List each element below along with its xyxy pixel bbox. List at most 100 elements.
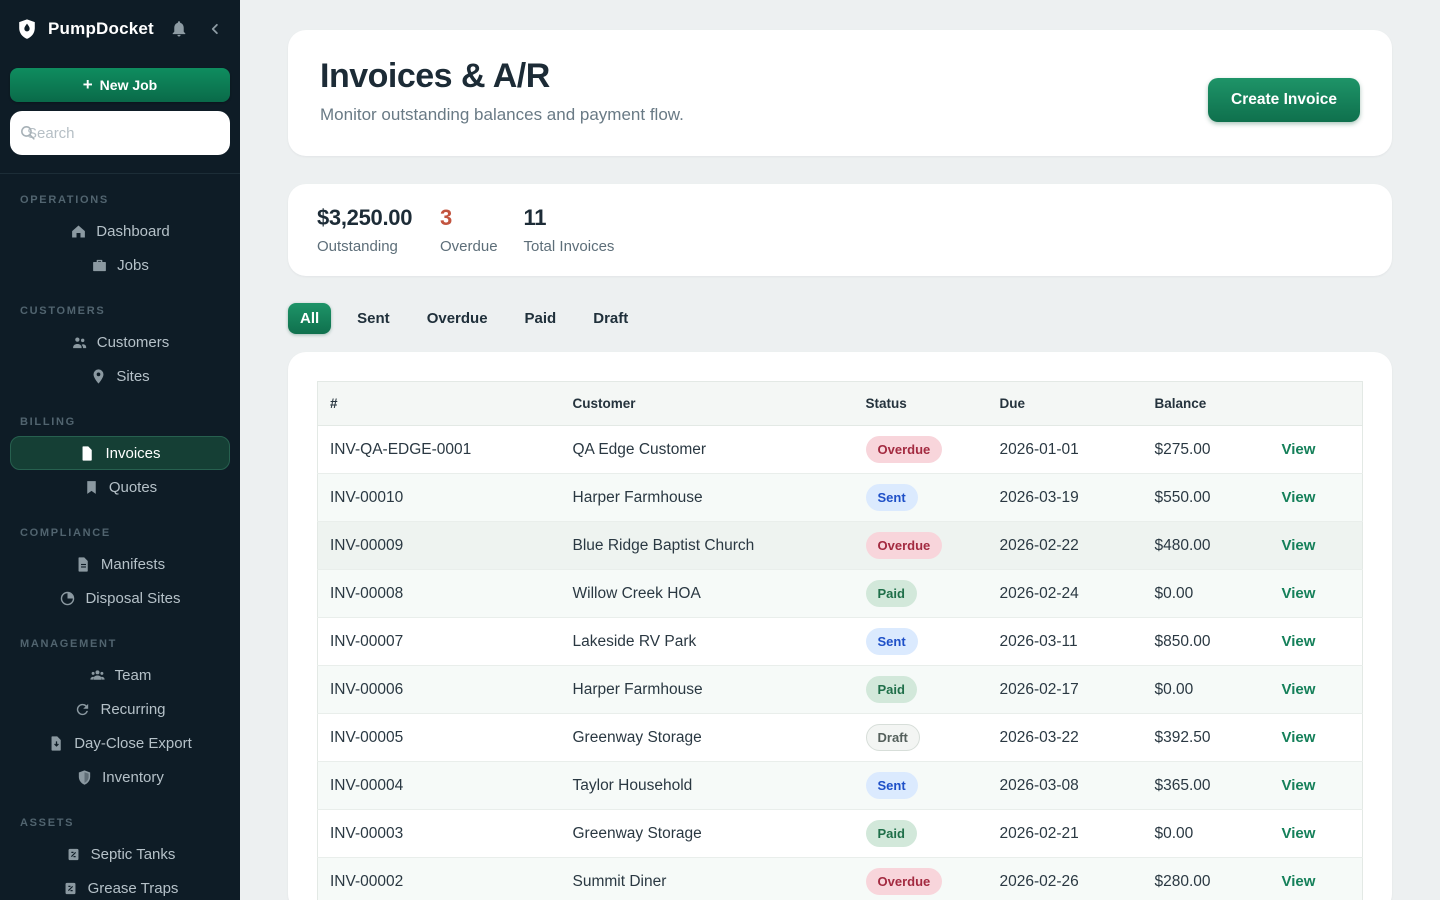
view-invoice-link[interactable]: View (1282, 729, 1316, 746)
sidebar-item-sites[interactable]: Sites (10, 359, 230, 393)
table-row: INV-00004Taylor HouseholdSent2026-03-08$… (318, 762, 1363, 810)
create-invoice-button[interactable]: Create Invoice (1208, 78, 1360, 122)
sidebar-item-day-close-export[interactable]: Day-Close Export (10, 726, 230, 760)
view-invoice-link[interactable]: View (1282, 441, 1316, 458)
sidebar-item-disposal-sites[interactable]: Disposal Sites (10, 581, 230, 615)
status-badge: Sent (866, 772, 918, 799)
view-invoice-link[interactable]: View (1282, 777, 1316, 794)
status-badge: Paid (866, 676, 917, 703)
action-cell: View (1270, 858, 1363, 900)
filter-tab-overdue[interactable]: Overdue (416, 303, 499, 334)
sidebar-item-label: Sites (116, 368, 149, 385)
sidebar-item-septic-tanks[interactable]: Septic Tanks (10, 837, 230, 871)
due-date-cell: 2026-02-21 (988, 810, 1143, 858)
view-invoice-link[interactable]: View (1282, 585, 1316, 602)
sidebar-item-customers[interactable]: Customers (10, 325, 230, 359)
invoices-table: #CustomerStatusDueBalance INV-QA-EDGE-00… (317, 381, 1363, 900)
sidebar-item-label: Invoices (105, 445, 160, 462)
pin-icon (90, 368, 107, 385)
due-date-cell: 2026-02-22 (988, 522, 1143, 570)
sidebar-section-label: COMPLIANCE (20, 527, 220, 539)
sidebar-item-quotes[interactable]: Quotes (10, 470, 230, 504)
due-date-cell: 2026-02-24 (988, 570, 1143, 618)
refresh-icon (74, 701, 91, 718)
stat-value: 11 (524, 205, 615, 231)
sidebar-section-assets: ASSETS Septic Tanks Grease Traps (10, 817, 230, 900)
sidebar-item-recurring[interactable]: Recurring (10, 692, 230, 726)
view-invoice-link[interactable]: View (1282, 825, 1316, 842)
main-content: Invoices & A/R Monitor outstanding balan… (240, 0, 1440, 900)
balance-cell: $480.00 (1143, 522, 1270, 570)
tank-icon (65, 846, 82, 863)
stat-value: $3,250.00 (317, 205, 414, 231)
download-doc-icon (48, 735, 65, 752)
filter-tab-sent[interactable]: Sent (346, 303, 401, 334)
sidebar-section-label: MANAGEMENT (20, 638, 220, 650)
invoice-number-cell: INV-00010 (318, 474, 561, 522)
customer-cell: Summit Diner (561, 858, 854, 900)
sidebar-item-label: Jobs (117, 257, 149, 274)
sidebar-item-inventory[interactable]: Inventory (10, 760, 230, 794)
column-header-due: Due (988, 382, 1143, 426)
invoice-number-cell: INV-00008 (318, 570, 561, 618)
status-badge: Overdue (866, 532, 943, 559)
view-invoice-link[interactable]: View (1282, 489, 1316, 506)
sidebar-item-jobs[interactable]: Jobs (10, 248, 230, 282)
sidebar-section-label: ASSETS (20, 817, 220, 829)
status-cell: Paid (854, 810, 988, 858)
filter-tab-paid[interactable]: Paid (514, 303, 568, 334)
balance-cell: $0.00 (1143, 666, 1270, 714)
invoice-number-cell: INV-00004 (318, 762, 561, 810)
table-row: INV-00002Summit DinerOverdue2026-02-26$2… (318, 858, 1363, 900)
table-body: INV-QA-EDGE-0001QA Edge CustomerOverdue2… (318, 426, 1363, 900)
new-job-button[interactable]: + New Job (10, 68, 230, 102)
notifications-bell-icon[interactable] (170, 20, 188, 38)
due-date-cell: 2026-01-01 (988, 426, 1143, 474)
action-cell: View (1270, 618, 1363, 666)
collapse-sidebar-chevron-icon[interactable] (206, 20, 224, 38)
view-invoice-link[interactable]: View (1282, 873, 1316, 890)
status-badge: Sent (866, 628, 918, 655)
invoice-number-cell: INV-00005 (318, 714, 561, 762)
sidebar-item-dashboard[interactable]: Dashboard (10, 214, 230, 248)
action-cell: View (1270, 570, 1363, 618)
sidebar-item-grease-traps[interactable]: Grease Traps (10, 871, 230, 900)
sidebar-section-label: BILLING (20, 416, 220, 428)
invoice-number-cell: INV-00003 (318, 810, 561, 858)
view-invoice-link[interactable]: View (1282, 633, 1316, 650)
column-header-balance: Balance (1143, 382, 1270, 426)
sidebar-item-label: Recurring (100, 701, 165, 718)
balance-cell: $0.00 (1143, 810, 1270, 858)
sidebar-item-label: Manifests (101, 556, 165, 573)
due-date-cell: 2026-03-11 (988, 618, 1143, 666)
status-cell: Overdue (854, 522, 988, 570)
customer-cell: Lakeside RV Park (561, 618, 854, 666)
view-invoice-link[interactable]: View (1282, 537, 1316, 554)
status-badge: Draft (866, 724, 920, 751)
briefcase-icon (91, 257, 108, 274)
search-input[interactable] (10, 111, 230, 155)
status-badge: Paid (866, 580, 917, 607)
sidebar-item-label: Day-Close Export (74, 735, 192, 752)
sidebar-item-team[interactable]: Team (10, 658, 230, 692)
status-cell: Sent (854, 474, 988, 522)
action-cell: View (1270, 666, 1363, 714)
sidebar-item-invoices[interactable]: Invoices (10, 436, 230, 470)
status-badge: Overdue (866, 868, 943, 895)
sidebar-item-label: Quotes (109, 479, 157, 496)
sidebar-section-customers: CUSTOMERSCustomersSites (10, 305, 230, 393)
sidebar-section-operations: OPERATIONSDashboardJobs (10, 194, 230, 282)
due-date-cell: 2026-03-08 (988, 762, 1143, 810)
table-row: INV-00009Blue Ridge Baptist ChurchOverdu… (318, 522, 1363, 570)
filter-tab-draft[interactable]: Draft (582, 303, 639, 334)
action-cell: View (1270, 522, 1363, 570)
stats-card: $3,250.00Outstanding3Overdue11Total Invo… (288, 184, 1392, 276)
table-row: INV-00008Willow Creek HOAPaid2026-02-24$… (318, 570, 1363, 618)
sidebar-item-label: Septic Tanks (91, 846, 176, 863)
status-badge: Paid (866, 820, 917, 847)
plus-icon: + (83, 75, 93, 95)
due-date-cell: 2026-03-19 (988, 474, 1143, 522)
view-invoice-link[interactable]: View (1282, 681, 1316, 698)
filter-tab-all[interactable]: All (288, 303, 331, 334)
sidebar-item-manifests[interactable]: Manifests (10, 547, 230, 581)
